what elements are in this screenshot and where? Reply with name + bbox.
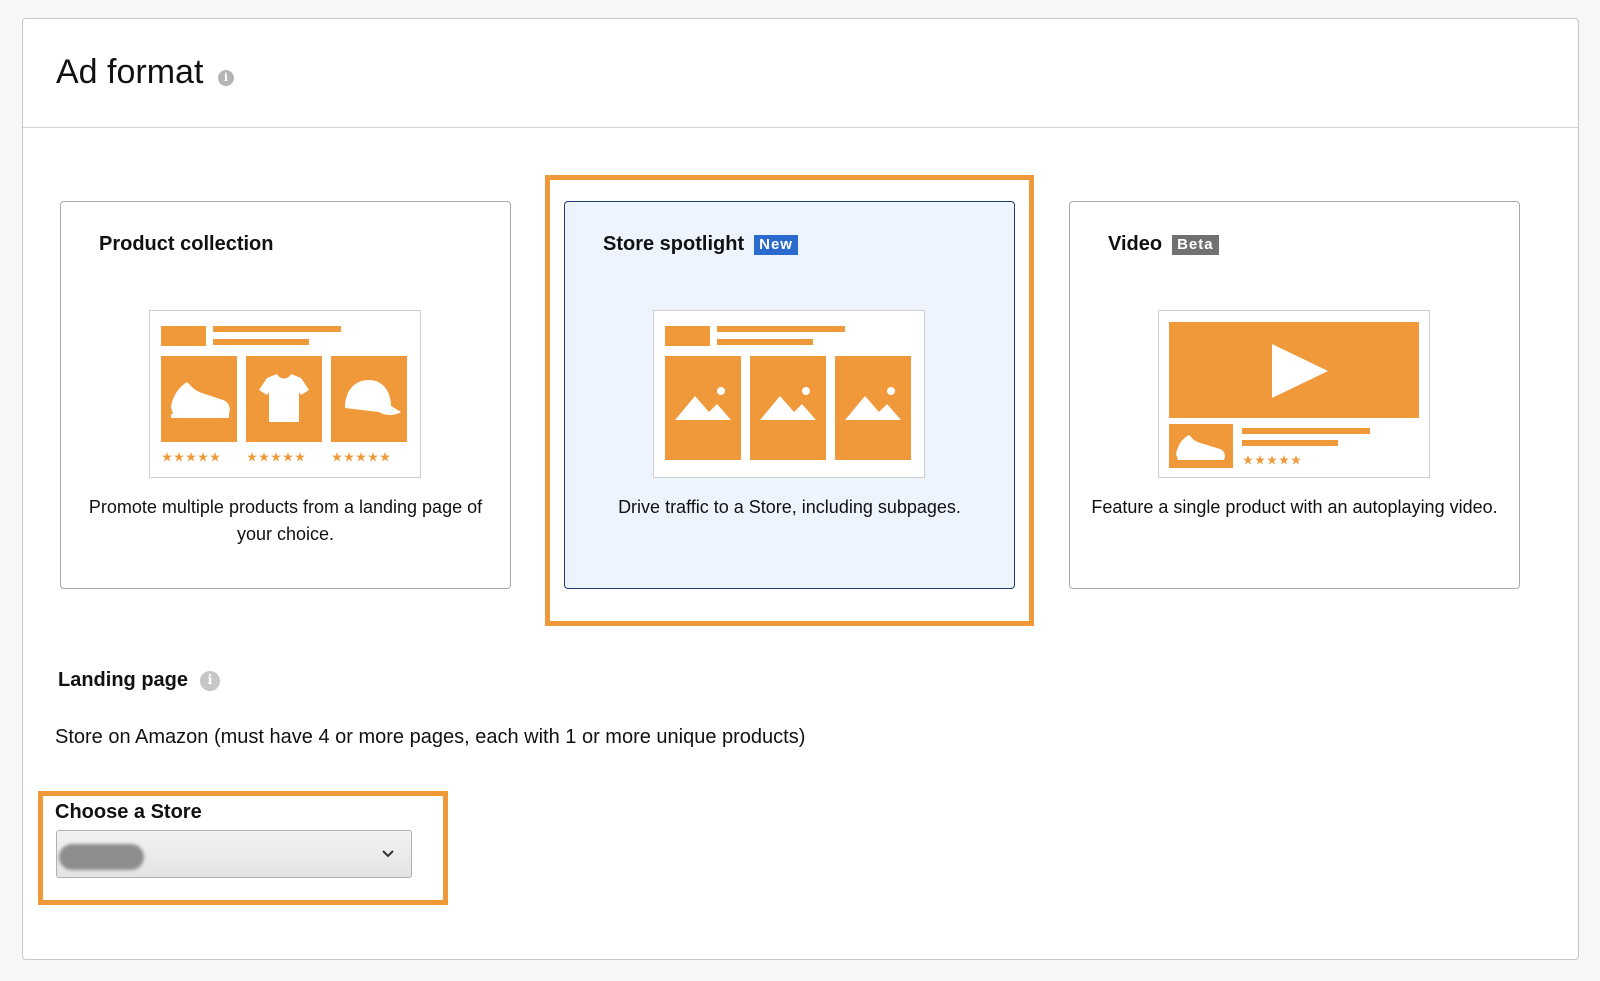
redacted-store-name (59, 844, 144, 870)
choose-store-label: Choose a Store (55, 801, 202, 823)
ad-format-card-store-spotlight[interactable]: Store spotlight New Drive traffic to a S… (564, 201, 1015, 589)
card-title: Store spotlight (603, 233, 745, 255)
info-icon[interactable]: i (200, 670, 220, 691)
tshirt-icon (246, 356, 322, 442)
shoe-icon (1169, 424, 1233, 468)
card-title: Video (1108, 233, 1163, 255)
new-badge: New (754, 234, 798, 255)
card-description: Feature a single product with an autopla… (1091, 497, 1498, 517)
page-title: Ad format (56, 53, 204, 91)
ad-format-card-video[interactable]: Video Beta Feature a single product with… (1069, 201, 1520, 589)
card-description: Drive traffic to a Store, including subp… (618, 497, 961, 517)
store-spotlight-illustration (653, 310, 925, 478)
shoe-icon (161, 356, 237, 442)
beta-badge: Beta (1172, 234, 1219, 255)
panel-header: Ad format i (23, 19, 1578, 128)
chevron-down-icon (382, 850, 394, 858)
image-icon (665, 356, 911, 460)
card-description: Promote multiple products from a landing… (88, 497, 483, 544)
video-illustration (1158, 310, 1430, 478)
landing-page-text: Store on Amazon (must have 4 or more pag… (55, 726, 806, 748)
store-dropdown[interactable] (56, 830, 412, 878)
product-collection-illustration (149, 310, 421, 478)
cap-icon (331, 356, 407, 442)
info-icon[interactable]: i (218, 70, 234, 86)
landing-page-label: Landing page (58, 669, 188, 691)
card-title: Product collection (99, 233, 274, 255)
ad-format-card-product-collection[interactable]: Product collection Promote multiple prod… (60, 201, 511, 589)
